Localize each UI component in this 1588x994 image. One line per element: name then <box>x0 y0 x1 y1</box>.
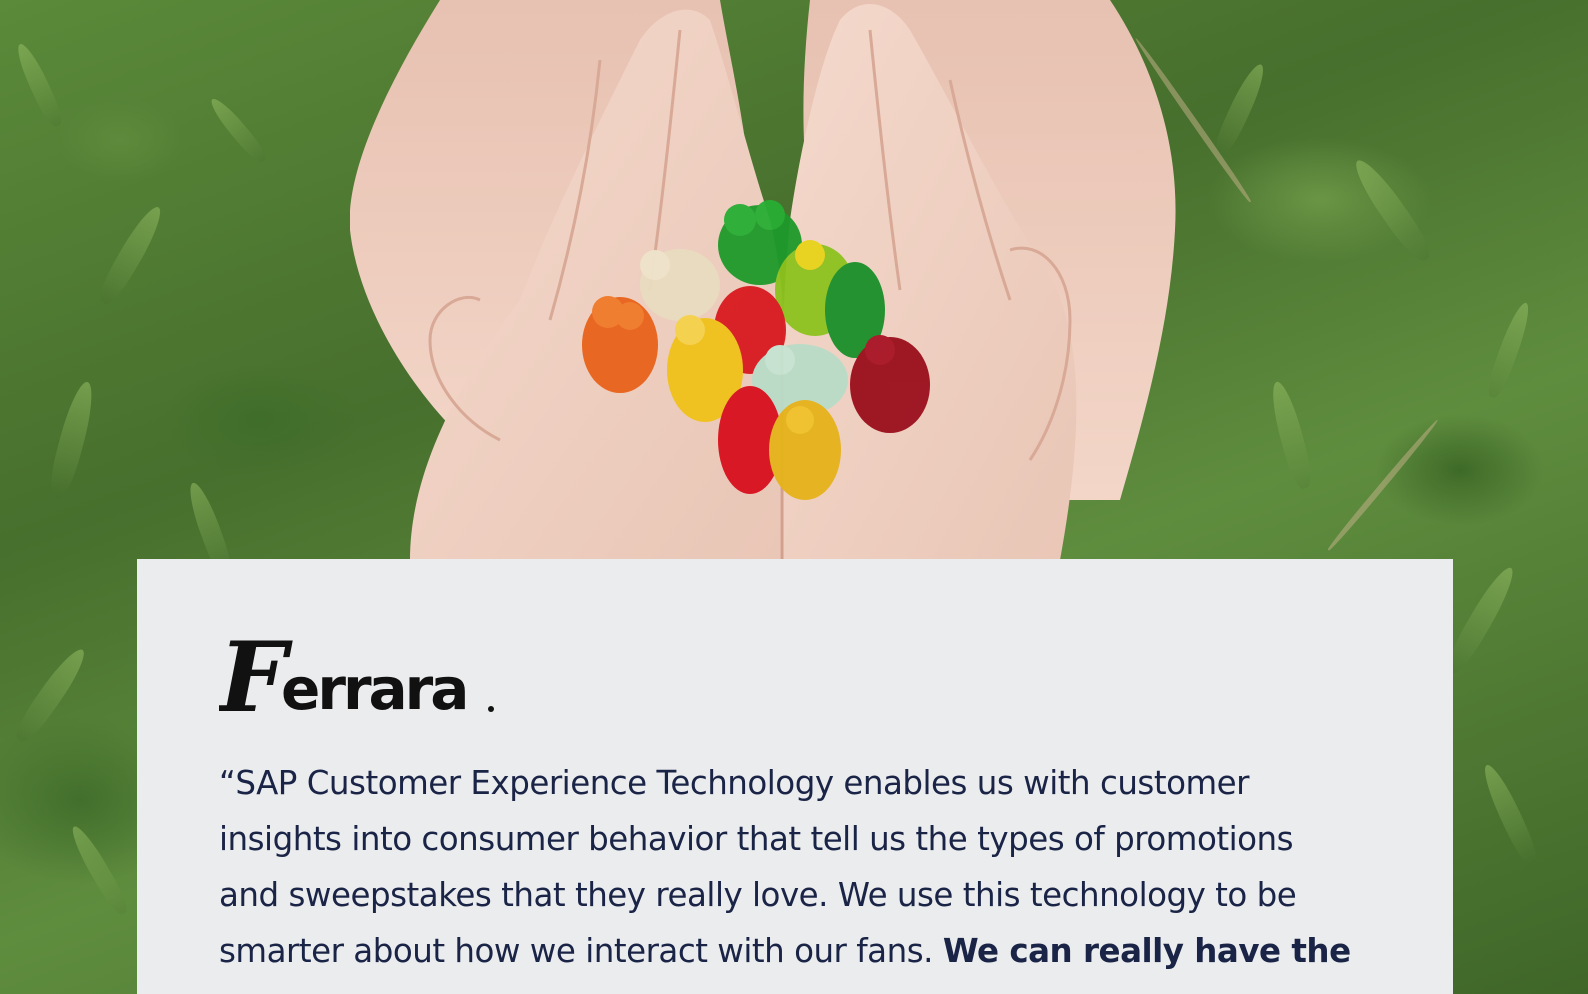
dry-twig <box>1326 417 1440 553</box>
grass-blade <box>11 40 67 130</box>
grass-blade <box>1266 379 1316 491</box>
page: F errara “SAP Customer Experience Techno… <box>0 0 1588 994</box>
ferrara-logo-text: errara <box>281 655 466 723</box>
grass-blade <box>1441 562 1521 678</box>
grass-blade <box>44 378 100 502</box>
grass-blade <box>66 822 132 918</box>
grass-blade <box>93 201 169 309</box>
grass-blade <box>1483 299 1535 401</box>
testimonial-card: F errara “SAP Customer Experience Techno… <box>137 559 1453 994</box>
testimonial-quote: “SAP Customer Experience Technology enab… <box>219 755 1359 979</box>
grass-blade <box>1347 153 1437 267</box>
grass-blade <box>206 94 270 166</box>
quote-emphasis: We can really have the <box>942 932 1351 970</box>
hands-gummy-bears-icon <box>350 0 1176 560</box>
grass-blade <box>1477 760 1543 870</box>
ferrara-logo: F errara <box>219 631 494 731</box>
grass-blade <box>10 643 92 747</box>
grass-blade <box>1209 60 1271 160</box>
